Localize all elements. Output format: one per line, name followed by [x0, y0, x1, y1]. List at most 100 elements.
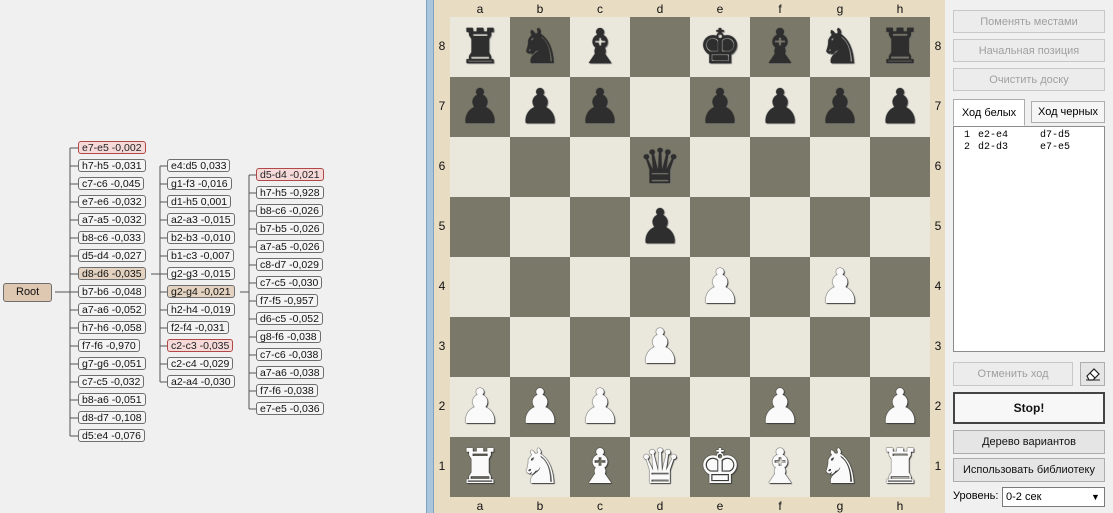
- white-knight-icon[interactable]: ♞: [518, 437, 561, 497]
- tree-node-move[interactable]: b2-b3 -0,010: [167, 231, 235, 244]
- eraser-button[interactable]: [1080, 362, 1105, 386]
- board-square-a3[interactable]: [450, 317, 510, 377]
- board-square-d8[interactable]: [630, 17, 690, 77]
- board-square-d4[interactable]: [630, 257, 690, 317]
- black-pawn-icon[interactable]: ♟: [758, 77, 801, 137]
- tree-node-move[interactable]: h7-h6 -0,058: [78, 321, 146, 334]
- board-square-b1[interactable]: ♞: [510, 437, 570, 497]
- board-square-b7[interactable]: ♟: [510, 77, 570, 137]
- board-square-e7[interactable]: ♟: [690, 77, 750, 137]
- tree-node-move[interactable]: g1-f3 -0,016: [167, 177, 232, 190]
- chevron-down-icon[interactable]: ▼: [1088, 489, 1103, 505]
- white-pawn-icon[interactable]: ♟: [518, 377, 561, 437]
- board-square-f7[interactable]: ♟: [750, 77, 810, 137]
- board-square-g1[interactable]: ♞: [810, 437, 870, 497]
- board-square-f6[interactable]: [750, 137, 810, 197]
- board-square-a2[interactable]: ♟: [450, 377, 510, 437]
- tree-node-move[interactable]: g2-g3 -0,015: [167, 267, 235, 280]
- tree-node-move[interactable]: b7-b5 -0,026: [256, 222, 324, 235]
- tree-node-move[interactable]: b1-c3 -0,007: [167, 249, 234, 262]
- board-square-g6[interactable]: [810, 137, 870, 197]
- black-king-icon[interactable]: ♚: [698, 17, 741, 77]
- board-square-a1[interactable]: ♜: [450, 437, 510, 497]
- white-pawn-icon[interactable]: ♟: [878, 377, 921, 437]
- board-square-d5[interactable]: ♟: [630, 197, 690, 257]
- tree-node-move[interactable]: a7-a6 -0,052: [78, 303, 146, 316]
- tree-node-move[interactable]: h7-h5 -0,928: [256, 186, 324, 199]
- board-square-h3[interactable]: [870, 317, 930, 377]
- level-select[interactable]: 0-2 сек ▼: [1002, 487, 1105, 507]
- tree-node-move[interactable]: g2-g4 -0,021: [167, 285, 235, 298]
- tree-node-move[interactable]: b8-a6 -0,051: [78, 393, 146, 406]
- panel-splitter[interactable]: [426, 0, 434, 513]
- tree-node-move[interactable]: f2-f4 -0,031: [167, 321, 229, 334]
- tree-node-move[interactable]: d8-d6 -0,035: [78, 267, 146, 280]
- tree-node-move[interactable]: c7-c5 -0,032: [78, 375, 145, 388]
- black-pawn-icon[interactable]: ♟: [698, 77, 741, 137]
- board-square-g7[interactable]: ♟: [810, 77, 870, 137]
- board-square-h7[interactable]: ♟: [870, 77, 930, 137]
- board-square-b8[interactable]: ♞: [510, 17, 570, 77]
- tree-node-move[interactable]: c7-c5 -0,030: [256, 276, 323, 289]
- clear-board-button[interactable]: Очистить доску: [953, 68, 1105, 91]
- move-row[interactable]: 1 e2-e4 d7-d5: [954, 130, 1104, 142]
- board-square-b5[interactable]: [510, 197, 570, 257]
- white-bishop-icon[interactable]: ♝: [758, 437, 801, 497]
- white-pawn-icon[interactable]: ♟: [818, 257, 861, 317]
- board-square-e3[interactable]: [690, 317, 750, 377]
- tree-node-move[interactable]: b8-c6 -0,033: [78, 231, 145, 244]
- board-square-h8[interactable]: ♜: [870, 17, 930, 77]
- tree-node-move[interactable]: e7-e5 -0,002: [78, 141, 146, 154]
- board-square-d2[interactable]: [630, 377, 690, 437]
- tree-root-node[interactable]: Root: [3, 283, 53, 302]
- white-bishop-icon[interactable]: ♝: [578, 437, 621, 497]
- tree-node-move[interactable]: a7-a5 -0,032: [78, 213, 146, 226]
- tree-node-move[interactable]: g8-f6 -0,038: [256, 330, 321, 343]
- board-square-b6[interactable]: [510, 137, 570, 197]
- tree-node-move[interactable]: e7-e6 -0,032: [78, 195, 146, 208]
- board-square-e2[interactable]: [690, 377, 750, 437]
- tree-node-move[interactable]: e4:d5 0,033: [167, 159, 231, 172]
- white-king-icon[interactable]: ♚: [698, 437, 741, 497]
- tree-node-move[interactable]: a2-a4 -0,030: [167, 375, 235, 388]
- white-knight-icon[interactable]: ♞: [818, 437, 861, 497]
- black-pawn-icon[interactable]: ♟: [578, 77, 621, 137]
- board-square-f4[interactable]: [750, 257, 810, 317]
- white-pawn-icon[interactable]: ♟: [698, 257, 741, 317]
- tree-node-move[interactable]: d8-d7 -0,108: [78, 411, 146, 424]
- board-square-h4[interactable]: [870, 257, 930, 317]
- variant-tree-button[interactable]: Дерево вариантов: [953, 430, 1105, 454]
- tab-white-move[interactable]: Ход белых: [953, 99, 1025, 126]
- tree-node-move[interactable]: c8-d7 -0,029: [256, 258, 323, 271]
- board-square-f3[interactable]: [750, 317, 810, 377]
- black-bishop-icon[interactable]: ♝: [578, 17, 621, 77]
- board-square-c1[interactable]: ♝: [570, 437, 630, 497]
- tree-node-move[interactable]: g7-g6 -0,051: [78, 357, 146, 370]
- tree-node-move[interactable]: h7-h5 -0,031: [78, 159, 146, 172]
- white-queen-icon[interactable]: ♛: [638, 437, 681, 497]
- board-square-e5[interactable]: [690, 197, 750, 257]
- black-pawn-icon[interactable]: ♟: [878, 77, 921, 137]
- board-square-c6[interactable]: [570, 137, 630, 197]
- tree-node-move[interactable]: d5:e4 -0,076: [78, 429, 145, 442]
- swap-sides-button[interactable]: Поменять местами: [953, 10, 1105, 33]
- board-square-a8[interactable]: ♜: [450, 17, 510, 77]
- white-pawn-icon[interactable]: ♟: [458, 377, 501, 437]
- use-library-button[interactable]: Использовать библиотеку: [953, 458, 1105, 482]
- board-square-g8[interactable]: ♞: [810, 17, 870, 77]
- board-square-d7[interactable]: [630, 77, 690, 137]
- tree-node-move[interactable]: d1-h5 0,001: [167, 195, 232, 208]
- board-square-e4[interactable]: ♟: [690, 257, 750, 317]
- board-square-h5[interactable]: [870, 197, 930, 257]
- move-list[interactable]: 1 e2-e4 d7-d5 2 d2-d3 e7-e5: [953, 126, 1105, 352]
- black-knight-icon[interactable]: ♞: [818, 17, 861, 77]
- board-square-g5[interactable]: [810, 197, 870, 257]
- board-square-f5[interactable]: [750, 197, 810, 257]
- tree-node-move[interactable]: c2-c4 -0,029: [167, 357, 234, 370]
- board-square-b3[interactable]: [510, 317, 570, 377]
- board-square-h1[interactable]: ♜: [870, 437, 930, 497]
- tree-node-move[interactable]: a7-a5 -0,026: [256, 240, 324, 253]
- black-rook-icon[interactable]: ♜: [458, 17, 501, 77]
- board-square-h6[interactable]: [870, 137, 930, 197]
- board-square-b2[interactable]: ♟: [510, 377, 570, 437]
